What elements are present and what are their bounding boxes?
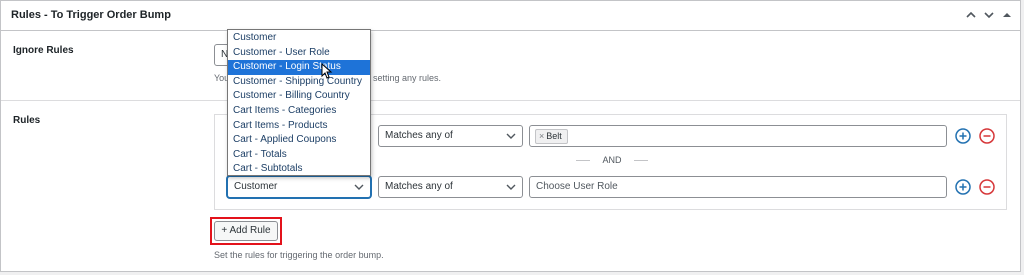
chevron-down-icon[interactable] xyxy=(981,7,997,23)
rules-help-text: Set the rules for triggering the order b… xyxy=(214,250,384,260)
rule-2-operator-value: Matches any of xyxy=(385,181,453,192)
dropdown-option[interactable]: Cart Items - Products xyxy=(228,119,370,134)
rule-2-field-value: Customer xyxy=(234,181,278,192)
dropdown-option[interactable]: Customer xyxy=(228,31,370,46)
dropdown-option[interactable]: Customer - User Role xyxy=(228,46,370,61)
and-label: AND xyxy=(602,155,622,165)
panel-title: Rules - To Trigger Order Bump xyxy=(11,9,171,21)
dropdown-option[interactable]: Cart Items - Categories xyxy=(228,104,370,119)
dropdown-option[interactable]: Customer - Billing Country xyxy=(228,89,370,104)
rules-label: Rules xyxy=(13,115,41,126)
minus-circle-icon[interactable] xyxy=(978,178,996,196)
value-tag-label: Belt xyxy=(546,131,562,141)
connector-line xyxy=(576,159,590,161)
minus-circle-icon[interactable] xyxy=(978,127,996,145)
rule-2-operator-select[interactable]: Matches any of xyxy=(378,176,523,198)
dropdown-option[interactable]: Customer - Shipping Country xyxy=(228,75,370,90)
remove-tag-icon[interactable]: × xyxy=(539,131,544,141)
chevron-up-icon[interactable] xyxy=(963,7,979,23)
rule-2-field-select[interactable]: Customer xyxy=(227,176,371,198)
chevron-down-icon xyxy=(354,177,364,197)
dropdown-option[interactable]: Cart - Applied Coupons xyxy=(228,133,370,148)
rule-1-value-field[interactable]: × Belt xyxy=(529,125,947,147)
rule-1-operator-value: Matches any of xyxy=(385,130,453,141)
rule-field-dropdown: Customer Customer - User Role Customer -… xyxy=(227,29,371,176)
row-divider xyxy=(1,100,1020,101)
dropdown-option-highlighted[interactable]: Customer - Login Status xyxy=(228,60,370,75)
panel-header: Rules - To Trigger Order Bump xyxy=(1,1,1020,31)
chevron-down-icon xyxy=(506,126,516,146)
ignore-rules-help-suffix: setting any rules. xyxy=(373,73,442,83)
rules-panel: Rules - To Trigger Order Bump Ignore Rul… xyxy=(0,0,1021,272)
value-tag: × Belt xyxy=(535,129,568,144)
connector-line xyxy=(633,159,648,161)
dropdown-option[interactable]: Cart - Totals xyxy=(228,148,370,163)
plus-circle-icon[interactable] xyxy=(954,127,972,145)
caret-up-icon[interactable] xyxy=(999,7,1015,23)
rule-2-value-placeholder: Choose User Role xyxy=(536,181,618,192)
rule-1-operator-select[interactable]: Matches any of xyxy=(378,125,523,147)
chevron-down-icon xyxy=(506,177,516,197)
add-rule-button[interactable]: + Add Rule xyxy=(214,221,278,241)
mouse-pointer-icon xyxy=(321,62,335,79)
ignore-rules-label: Ignore Rules xyxy=(13,45,74,56)
rule-2-value-field[interactable]: Choose User Role xyxy=(529,176,947,198)
dropdown-option[interactable]: Cart - Subtotals xyxy=(228,162,370,177)
plus-circle-icon[interactable] xyxy=(954,178,972,196)
and-connector: AND xyxy=(576,154,648,166)
